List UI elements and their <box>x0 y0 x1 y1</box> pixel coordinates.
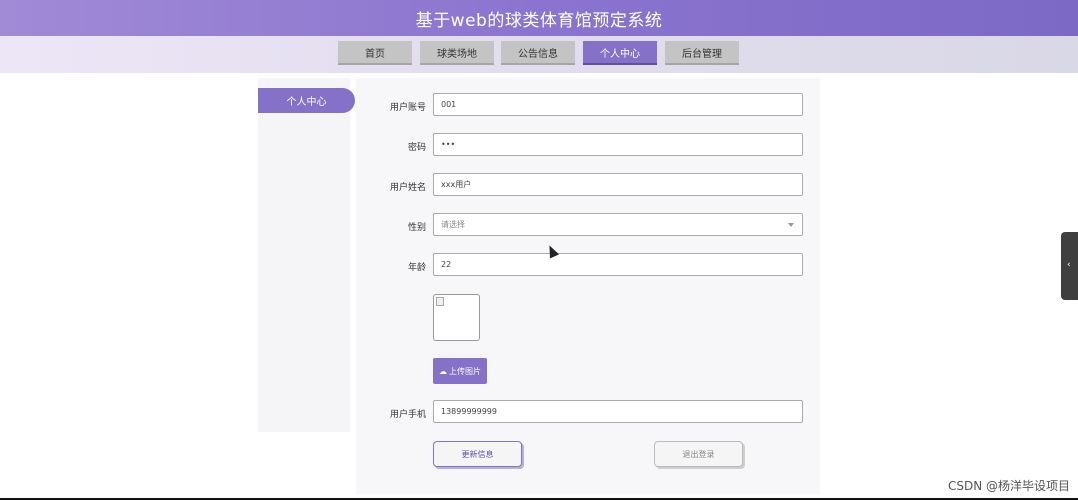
sidebar-item-personal-center[interactable]: 个人中心 <box>258 88 355 113</box>
page-title: 基于web的球类体育馆预定系统 <box>415 10 663 31</box>
account-label: 用户账号 <box>389 103 426 113</box>
age-field[interactable]: 22 <box>433 253 803 276</box>
account-field[interactable]: 001 <box>433 93 803 116</box>
tab-home[interactable]: 首页 <box>338 41 412 65</box>
age-value: 22 <box>441 260 452 269</box>
tab-personal-center[interactable]: 个人中心 <box>583 41 657 65</box>
phone-field[interactable]: 13899999999 <box>433 400 803 423</box>
password-value: ••• <box>441 140 456 149</box>
gender-label: 性别 <box>407 223 426 233</box>
password-field[interactable]: ••• <box>433 133 803 156</box>
name-label: 用户姓名 <box>389 183 426 193</box>
phone-value: 13899999999 <box>441 407 497 416</box>
chevron-down-icon <box>788 223 794 227</box>
chevron-left-icon: ‹ <box>1067 260 1071 270</box>
logout-button[interactable]: 退出登录 <box>654 441 743 467</box>
watermark: CSDN @杨洋毕设项目 <box>947 479 1070 493</box>
broken-image-icon <box>436 297 444 306</box>
cloud-upload-icon: ☁ <box>439 366 447 376</box>
name-value: xxx用户 <box>441 180 472 189</box>
gender-placeholder: 请选择 <box>441 220 465 229</box>
nav-bar: 首页 球类场地 公告信息 个人中心 后台管理 <box>0 36 1078 73</box>
app-header: 基于web的球类体育馆预定系统 <box>0 0 1078 36</box>
upload-image-button[interactable]: ☁ 上传图片 <box>433 358 487 384</box>
tab-venues[interactable]: 球类场地 <box>420 41 494 65</box>
update-info-button[interactable]: 更新信息 <box>433 441 522 467</box>
password-label: 密码 <box>407 143 426 153</box>
tab-admin[interactable]: 后台管理 <box>665 41 739 65</box>
tab-announcements[interactable]: 公告信息 <box>501 41 575 65</box>
name-field[interactable]: xxx用户 <box>433 173 803 196</box>
sidebar: 个人中心 <box>258 78 355 432</box>
age-label: 年龄 <box>407 263 426 273</box>
account-value: 001 <box>441 100 457 109</box>
gender-select[interactable]: 请选择 <box>433 213 803 236</box>
floating-side-tab[interactable]: ‹ <box>1061 232 1078 300</box>
avatar-preview <box>433 294 480 341</box>
phone-label: 用户手机 <box>389 410 426 420</box>
upload-label: 上传图片 <box>449 366 481 376</box>
